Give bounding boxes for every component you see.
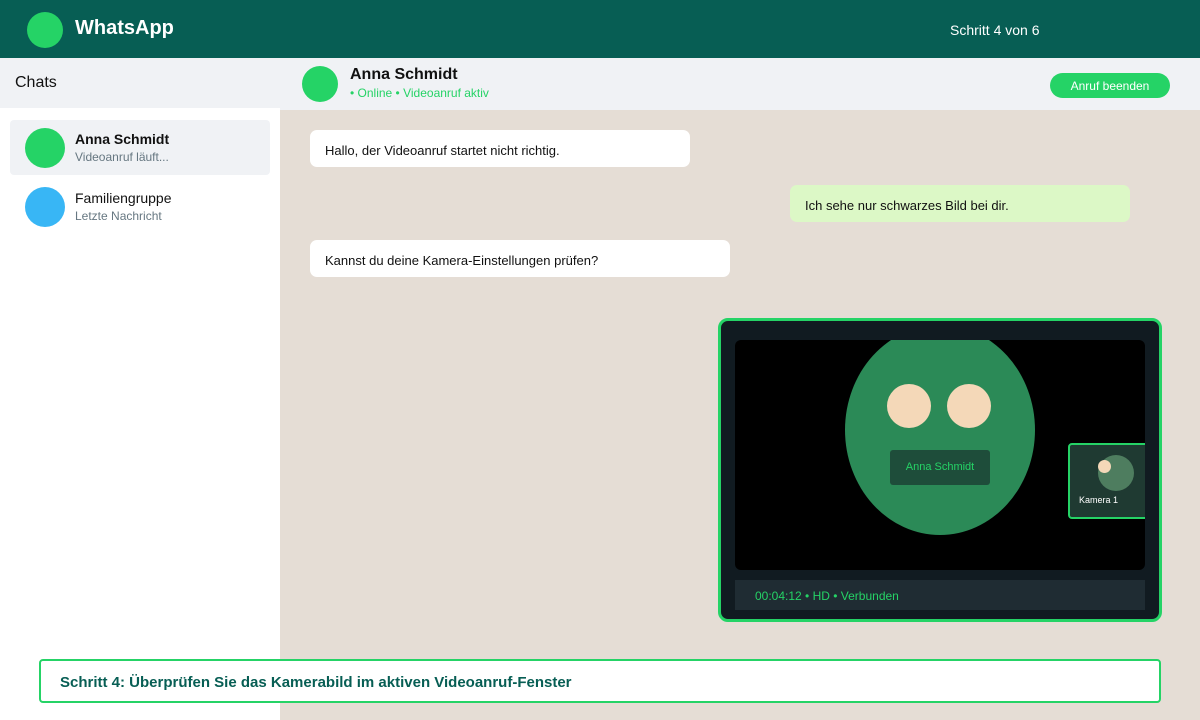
chat-item-name: Familiengruppe (75, 190, 172, 206)
contact-status: • Online • Videoanruf aktiv (350, 86, 489, 100)
app-title: WhatsApp (75, 17, 174, 39)
video-feed: Anna Schmidt Kamera 1 (735, 340, 1145, 570)
instruction-banner: Schritt 4: Überprüfen Sie das Kamerabild… (39, 659, 1161, 703)
message-incoming: Kannst du deine Kamera-Einstellungen prü… (310, 240, 730, 277)
pip-label: Kamera 1 (1079, 495, 1119, 505)
contact-name: Anna Schmidt (350, 66, 458, 83)
whatsapp-logo-icon (27, 12, 63, 48)
self-view-pip[interactable]: Kamera 1 (1068, 443, 1145, 519)
top-bar: WhatsApp Schritt 4 von 6 (0, 0, 1200, 58)
chat-item-name: Anna Schmidt (75, 131, 170, 147)
end-call-button[interactable]: Anruf beenden (1050, 73, 1170, 98)
avatar (25, 128, 65, 168)
avatar (25, 187, 65, 227)
message-outgoing: Ich sehe nur schwarzes Bild bei dir. (790, 185, 1130, 222)
video-call-window[interactable]: Anna Schmidt Kamera 1 00:04:12 • HD • Ve… (718, 318, 1162, 622)
sidebar-header: Chats (0, 58, 280, 108)
eye-right (947, 384, 991, 428)
caller-face: Anna Schmidt (845, 340, 1035, 535)
step-counter: Schritt 4 von 6 (950, 22, 1040, 38)
self-view-dot (1098, 460, 1111, 473)
caller-name-tag: Anna Schmidt (890, 450, 990, 485)
eye-left (887, 384, 931, 428)
call-status-bar: 00:04:12 • HD • Verbunden (735, 580, 1145, 610)
chat-item-preview: Videoanruf läuft... (75, 150, 169, 164)
chat-item-familiengruppe[interactable]: Familiengruppe Letzte Nachricht (10, 179, 270, 234)
message-incoming: Hallo, der Videoanruf startet nicht rich… (310, 130, 690, 167)
avatar (302, 66, 338, 102)
chat-item-anna-schmidt[interactable]: Anna Schmidt Videoanruf läuft... (10, 120, 270, 175)
sidebar-title: Chats (15, 74, 57, 91)
chat-item-preview: Letzte Nachricht (75, 209, 162, 223)
chat-sidebar: Chats Anna Schmidt Videoanruf läuft... F… (0, 58, 280, 720)
chat-header: Anna Schmidt • Online • Videoanruf aktiv… (280, 58, 1200, 110)
